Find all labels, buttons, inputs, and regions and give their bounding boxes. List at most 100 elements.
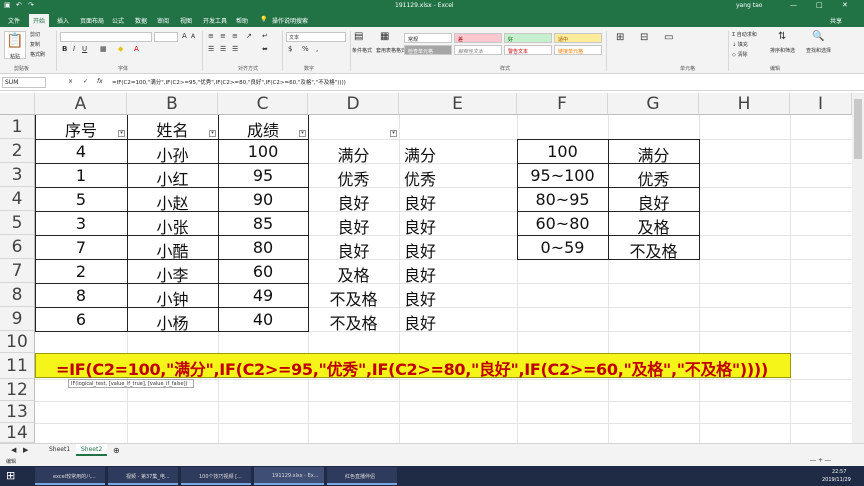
user-name[interactable]: yang tao [736, 2, 762, 9]
enter-icon[interactable]: ✓ [83, 78, 88, 85]
row-header[interactable]: 3 [0, 163, 35, 187]
grow-font-icon[interactable]: A [182, 32, 187, 40]
row-header[interactable]: 8 [0, 283, 35, 307]
column-header[interactable]: B [127, 93, 218, 115]
align-top-icon[interactable]: ≡ [208, 32, 214, 40]
row-header[interactable]: 2 [0, 139, 35, 163]
lookup-grade-cell[interactable]: 不及格 [608, 238, 699, 262]
cell[interactable]: 小杨 [127, 310, 218, 334]
wrap-text-icon[interactable]: ↵ [262, 32, 268, 40]
tab-home[interactable]: 开始 [29, 14, 50, 27]
cell[interactable]: 60 [218, 262, 308, 281]
lookup-range-cell[interactable]: 0~59 [517, 238, 608, 257]
scrollbar-thumb[interactable] [854, 99, 862, 159]
cell[interactable]: 小孙 [127, 142, 218, 166]
row-header[interactable]: 6 [0, 235, 35, 259]
style-neutral[interactable]: 适中 [554, 33, 602, 43]
column-header[interactable]: F [517, 93, 608, 115]
insert-function-icon[interactable]: fx [97, 78, 103, 85]
row-header[interactable]: 13 [0, 401, 35, 423]
conditional-format-button[interactable]: 条件格式 [352, 47, 372, 54]
row-header[interactable]: 12 [0, 379, 35, 401]
align-left-icon[interactable]: ☰ [208, 45, 214, 53]
sheet-tab-sheet1[interactable]: Sheet1 [44, 444, 75, 456]
lookup-grade-cell[interactable]: 满分 [608, 142, 699, 166]
undo-icon[interactable]: ↶ [16, 1, 22, 9]
add-sheet-icon[interactable]: ⊕ [108, 444, 125, 456]
row-header[interactable]: 4 [0, 187, 35, 211]
cell[interactable]: 6 [35, 310, 127, 329]
cell[interactable]: 小张 [127, 214, 218, 238]
cell[interactable]: 良好 [374, 286, 466, 310]
fill-color-icon[interactable]: ◆ [118, 45, 123, 53]
maximize-icon[interactable]: □ [816, 1, 823, 9]
tab-review[interactable]: 审阅 [157, 16, 169, 25]
insert-cells-icon[interactable]: ⊞ [616, 32, 624, 43]
taskbar-item[interactable]: excel较常用的八... [35, 467, 105, 485]
redo-icon[interactable]: ↷ [28, 1, 34, 9]
style-bad[interactable]: 差 [454, 33, 502, 43]
style-normal[interactable]: 常规 [404, 33, 452, 43]
cell[interactable]: 49 [218, 286, 308, 305]
lookup-range-cell[interactable]: 100 [517, 142, 608, 161]
shrink-font-icon[interactable]: A [191, 33, 195, 40]
column-header[interactable]: A [35, 93, 127, 115]
cell[interactable]: 85 [218, 214, 308, 233]
cell[interactable]: 80 [218, 238, 308, 257]
lookup-grade-cell[interactable]: 及格 [608, 214, 699, 238]
tab-insert[interactable]: 插入 [57, 16, 69, 25]
tab-developer[interactable]: 开发工具 [203, 16, 227, 25]
style-warning[interactable]: 警告文本 [504, 45, 552, 55]
cell[interactable]: 小赵 [127, 190, 218, 214]
delete-cells-icon[interactable]: ⊟ [640, 32, 648, 43]
align-bottom-icon[interactable]: ≡ [232, 32, 238, 40]
lookup-grade-cell[interactable]: 优秀 [608, 166, 699, 190]
cancel-icon[interactable]: × [68, 78, 73, 85]
taskbar-item-active[interactable]: 191129.xlsx - Ex... [254, 467, 324, 485]
filter-dropdown-icon[interactable]: ▾ [118, 130, 125, 137]
next-sheet-icon[interactable]: ▶ [18, 444, 33, 456]
tell-me-search[interactable]: 操作说明搜索 [272, 16, 308, 25]
format-painter-button[interactable]: 格式刷 [30, 51, 45, 58]
style-explanatory[interactable]: 解释性文本 [454, 45, 502, 55]
cell[interactable]: 90 [218, 190, 308, 209]
border-icon[interactable]: ▦ [100, 45, 107, 53]
cell[interactable]: 优秀 [374, 166, 466, 190]
taskbar-item[interactable]: 视频 - 第37集_电... [108, 467, 178, 485]
cell[interactable]: 4 [35, 142, 127, 161]
spreadsheet-grid[interactable]: A B C D E F G H I 1 2 3 4 5 6 7 8 9 10 1… [0, 93, 860, 443]
cell[interactable]: 2 [35, 262, 127, 281]
cell[interactable]: 良好 [374, 238, 466, 262]
cell[interactable]: 5 [35, 190, 127, 209]
table-format-button[interactable]: 套用表格格式 [376, 47, 406, 54]
taskbar-item[interactable]: 100个技巧视频 [... [181, 467, 251, 485]
cell[interactable]: 良好 [374, 310, 466, 334]
tab-help[interactable]: 帮助 [236, 16, 248, 25]
style-good[interactable]: 好 [504, 33, 552, 43]
font-size-dropdown[interactable] [154, 32, 178, 42]
formula-input[interactable]: =IF(C2=100,"满分",IF(C2>=95,"优秀",IF(C2>=80… [112, 78, 346, 86]
sort-filter-button[interactable]: 排序和筛选 [770, 47, 795, 54]
bold-icon[interactable]: B [62, 45, 67, 53]
cell[interactable]: 小红 [127, 166, 218, 190]
minimize-icon[interactable]: — [790, 1, 797, 9]
filter-dropdown-icon[interactable]: ▾ [390, 130, 397, 137]
column-header[interactable]: D [308, 93, 399, 115]
vertical-scrollbar[interactable] [852, 93, 864, 443]
find-select-icon[interactable]: 🔍 [812, 31, 824, 42]
cell[interactable]: 1 [35, 166, 127, 185]
column-header[interactable]: I [790, 93, 852, 115]
italic-icon[interactable]: I [73, 45, 75, 53]
format-cells-icon[interactable]: ▭ [664, 32, 673, 43]
cell[interactable]: 40 [218, 310, 308, 329]
tab-view[interactable]: 视图 [180, 16, 192, 25]
comma-icon[interactable]: , [316, 45, 318, 53]
tab-page-layout[interactable]: 页面布局 [80, 16, 104, 25]
column-header[interactable]: G [608, 93, 699, 115]
table-format-icon[interactable]: ▦ [380, 31, 389, 42]
start-icon[interactable]: ⊞ [6, 469, 15, 482]
paste-button[interactable]: 粘贴 [10, 53, 20, 60]
conditional-format-icon[interactable]: ▤ [354, 31, 363, 42]
column-header[interactable]: E [399, 93, 517, 115]
fill-button[interactable]: ↓ 填充 [732, 41, 748, 48]
